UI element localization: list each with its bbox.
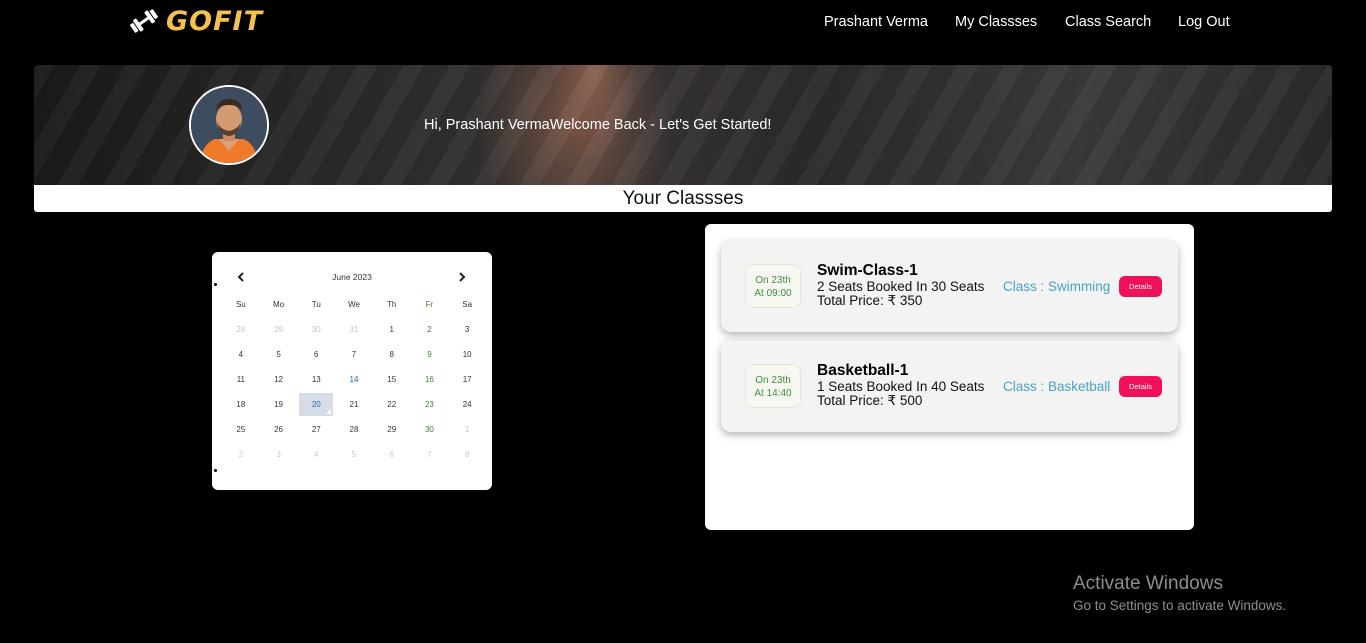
calendar-week-row: 18 19 20 21 22 23 24: [222, 392, 486, 417]
calendar-weekday: Sa: [462, 300, 473, 309]
calendar-weekday: Su: [235, 300, 246, 309]
calendar-day[interactable]: 15: [373, 368, 411, 391]
calendar-day[interactable]: 13: [297, 368, 335, 391]
calendar-day[interactable]: 30: [411, 418, 449, 441]
calendar-day[interactable]: 28: [335, 418, 373, 441]
calendar-day[interactable]: 6: [297, 343, 335, 366]
calendar-week-row: 4 5 6 7 8 9 10: [222, 342, 486, 367]
calendar-day[interactable]: 29: [373, 418, 411, 441]
calendar-day[interactable]: 24: [448, 393, 486, 416]
details-button[interactable]: Details: [1119, 376, 1162, 397]
calendar-day[interactable]: 20: [299, 393, 334, 416]
calendar-week-row: 25 26 27 28 29 30 1: [222, 417, 486, 442]
section-title-bar: Your Classses: [34, 185, 1332, 212]
calendar-day[interactable]: 29: [260, 318, 298, 341]
calendar-day[interactable]: 2: [411, 318, 449, 341]
date-badge-time: At 09:00: [754, 288, 792, 299]
nav-links: Prashant Verma My Classses Class Search …: [0, 14, 1366, 34]
calendar-week-row: 11 12 13 14 15 16 17: [222, 367, 486, 392]
calendar-weekday: We: [348, 300, 360, 309]
calendar-day[interactable]: 9: [411, 343, 449, 366]
calendar-weekday: Th: [387, 300, 397, 309]
class-seats: 1 Seats Booked In 40 Seats: [817, 379, 985, 394]
class-type: Class : Basketball: [1003, 379, 1111, 394]
calendar-day[interactable]: 30: [297, 318, 335, 341]
calendar-weekday: Fr: [425, 300, 434, 309]
nav-item-my-classes[interactable]: My Classses: [955, 14, 1037, 30]
calendar-week-row: 2345678: [222, 442, 486, 467]
calendar-day[interactable]: 8: [448, 443, 486, 466]
nav-item-log-out[interactable]: Log Out: [1178, 14, 1230, 30]
calendar-day[interactable]: 3: [448, 318, 486, 341]
nav-item-profile[interactable]: Prashant Verma: [824, 14, 928, 30]
calendar-weekday-row: Su Mo Tu We Th Fr Sa: [222, 292, 486, 317]
calendar-day[interactable]: 12: [260, 368, 298, 391]
calendar-weekday: Tu: [311, 300, 321, 309]
calendar-day[interactable]: 21: [335, 393, 373, 416]
date-badge-day: On 23th: [755, 275, 791, 286]
calendar-day[interactable]: 25: [222, 418, 260, 441]
calendar-month-label: June 2023: [332, 272, 372, 282]
class-type: Class : Swimming: [1003, 279, 1111, 294]
calendar-day[interactable]: 6: [373, 443, 411, 466]
calendar-day[interactable]: 4: [222, 343, 260, 366]
calendar-day[interactable]: 5: [335, 443, 373, 466]
calendar: June 2023 Su Mo Tu We Th Fr Sa 28 29 30 31 1 2 3 4 5 6 7 8…: [212, 252, 492, 490]
calendar-weekday: Mo: [273, 300, 285, 309]
date-badge-day: On 23th: [755, 375, 791, 386]
calendar-day[interactable]: 5: [260, 343, 298, 366]
calendar-day[interactable]: 1: [373, 318, 411, 341]
date-badge-time: At 14:40: [754, 388, 792, 399]
date-badge: On 23th At 14:40: [745, 364, 801, 408]
calendar-day[interactable]: 26: [260, 418, 298, 441]
calendar-day[interactable]: 4: [297, 443, 335, 466]
class-name: Swim-Class-1: [817, 262, 918, 279]
calendar-day[interactable]: 14: [335, 368, 373, 391]
hero-greeting: Hi, Prashant VermaWelcome Back - Let's G…: [424, 117, 772, 133]
calendar-day[interactable]: 18: [222, 393, 260, 416]
hero-banner: Hi, Prashant VermaWelcome Back - Let's G…: [34, 65, 1332, 185]
calendar-day[interactable]: 16: [411, 368, 449, 391]
user-avatar: [189, 85, 269, 165]
nav-item-class-search[interactable]: Class Search: [1065, 14, 1151, 30]
calendar-day[interactable]: 31: [335, 318, 373, 341]
calendar-day[interactable]: 7: [335, 343, 373, 366]
calendar-week-row: 28 29 30 31 1 2 3: [222, 317, 486, 342]
classes-panel: On 23th At 09:00 Swim-Class-1 2 Seats Bo…: [705, 224, 1194, 530]
calendar-day[interactable]: 2: [222, 443, 260, 466]
class-name: Basketball-1: [817, 362, 909, 379]
class-card: On 23th At 09:00 Swim-Class-1 2 Seats Bo…: [721, 240, 1178, 332]
calendar-day[interactable]: 27: [297, 418, 335, 441]
chevron-right-icon[interactable]: [458, 270, 466, 285]
calendar-day[interactable]: 11: [222, 368, 260, 391]
section-title: Your Classses: [622, 188, 744, 209]
calendar-day[interactable]: 7: [411, 443, 449, 466]
class-price: Total Price: ₹ 350: [817, 293, 923, 308]
watermark-title: Activate Windows: [1073, 573, 1223, 594]
watermark-subtitle: Go to Settings to activate Windows.: [1073, 598, 1287, 613]
details-button[interactable]: Details: [1119, 276, 1162, 297]
calendar-day[interactable]: 3: [260, 443, 298, 466]
calendar-day[interactable]: 8: [373, 343, 411, 366]
class-card: On 23th At 14:40 Basketball-1 1 Seats Bo…: [721, 340, 1178, 432]
calendar-day[interactable]: 28: [222, 318, 260, 341]
windows-activation-watermark: Activate Windows Go to Settings to activ…: [1073, 573, 1286, 613]
calendar-day[interactable]: 1: [448, 418, 486, 441]
class-seats: 2 Seats Booked In 30 Seats: [817, 279, 985, 294]
calendar-day[interactable]: 23: [411, 393, 449, 416]
calendar-day[interactable]: 17: [448, 368, 486, 391]
navbar: GOFIT Prashant Verma My Classses Class S…: [0, 0, 1366, 46]
calendar-day[interactable]: 19: [260, 393, 298, 416]
calendar-grid: Su Mo Tu We Th Fr Sa 28 29 30 31 1 2 3 4 5 6 7 8 9 10 11 12 13 1…: [222, 292, 486, 467]
calendar-day[interactable]: 10: [448, 343, 486, 366]
calendar-day[interactable]: 22: [373, 393, 411, 416]
list-bullet: [214, 469, 217, 472]
date-badge: On 23th At 09:00: [745, 264, 801, 308]
class-price: Total Price: ₹ 500: [817, 393, 923, 408]
list-bullet: [214, 283, 217, 286]
